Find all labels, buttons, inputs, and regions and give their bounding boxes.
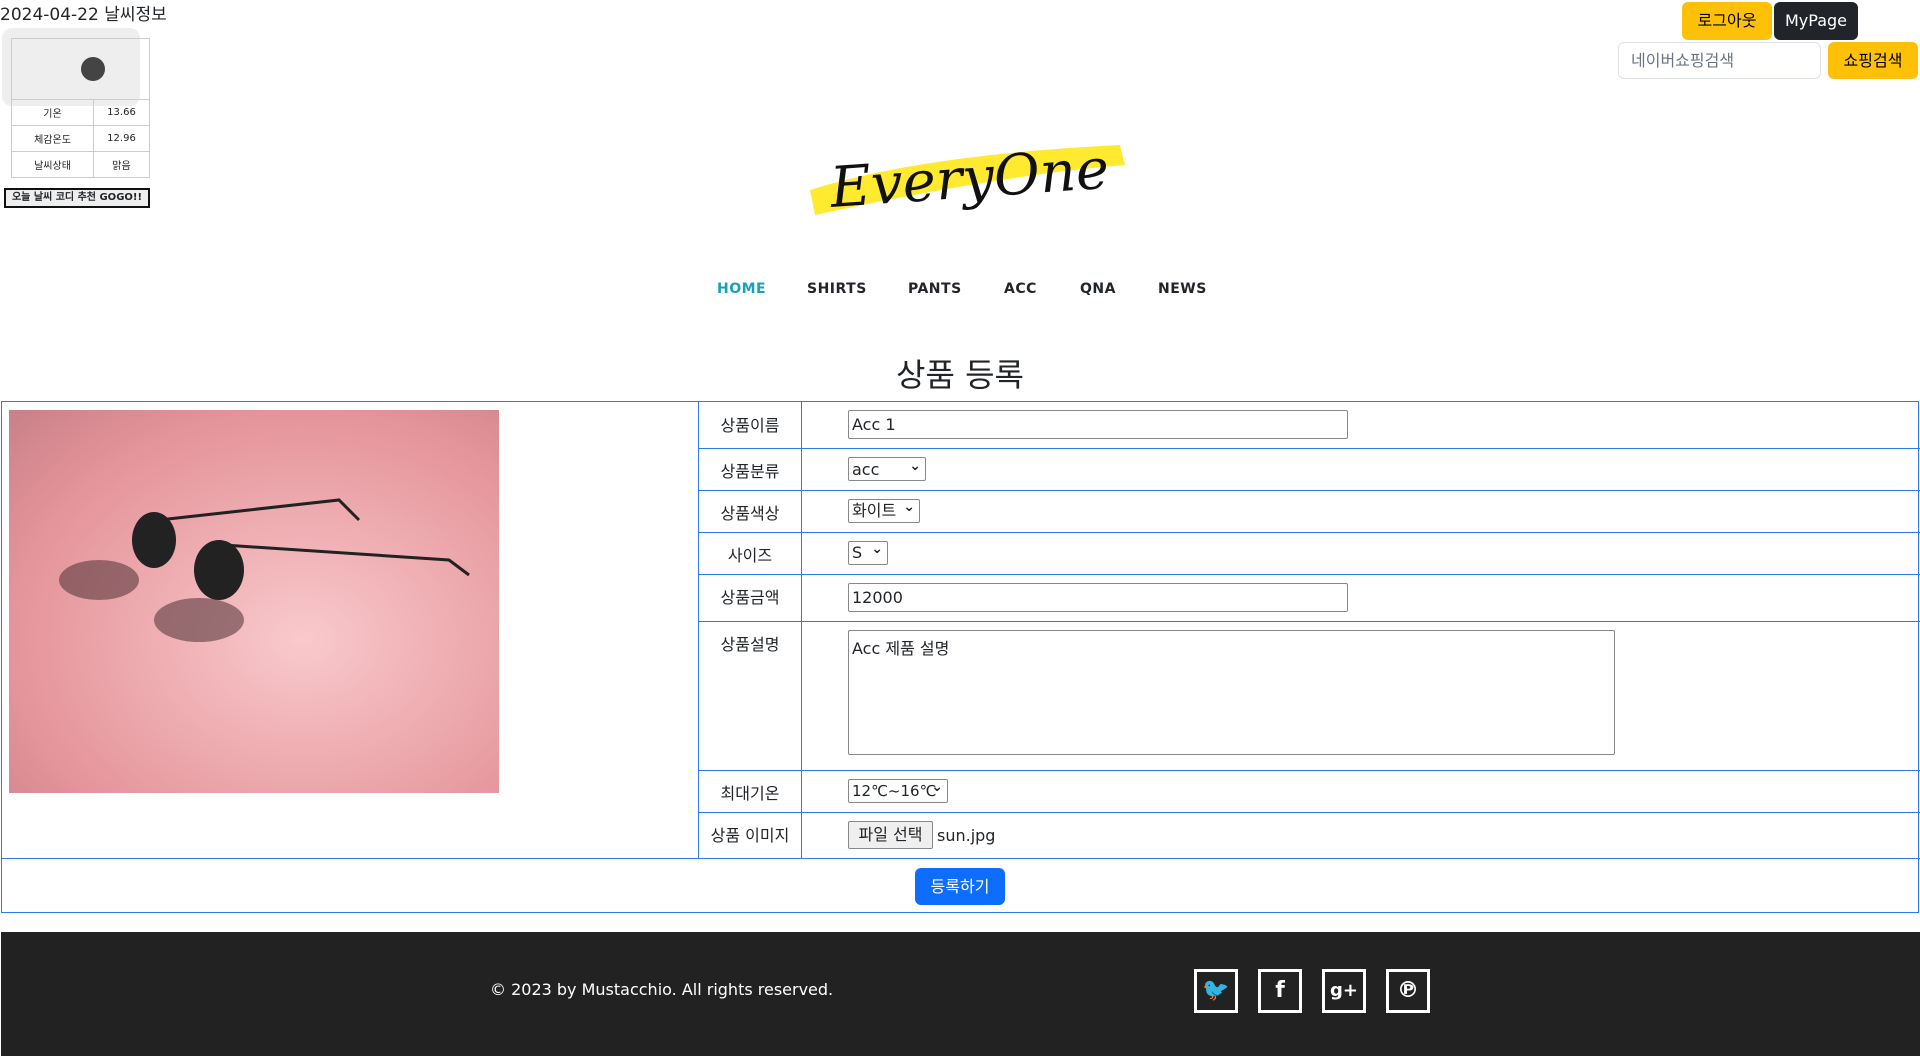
google-plus-icon[interactable]: g+ bbox=[1322, 969, 1366, 1013]
outfit-recommend-button[interactable]: 오늘 날씨 코디 추천 GOGO!! bbox=[4, 188, 150, 208]
register-button[interactable]: 등록하기 bbox=[915, 868, 1005, 905]
pinterest-icon[interactable]: ℗ bbox=[1386, 969, 1430, 1013]
size-select[interactable]: S bbox=[848, 538, 888, 565]
weather-label: 체감온도 bbox=[11, 125, 94, 152]
weather-title: 2024-04-22 날씨정보 bbox=[0, 5, 167, 25]
sunglasses-image bbox=[59, 498, 470, 642]
weather-sun-icon bbox=[80, 57, 105, 81]
nav-acc[interactable]: ACC bbox=[1004, 281, 1037, 297]
shopping-search-button[interactable]: 쇼핑검색 bbox=[1828, 42, 1918, 79]
everyone-logo[interactable]: EveryOne bbox=[800, 130, 1130, 220]
color-select[interactable]: 화이트 bbox=[848, 496, 920, 523]
logout-button[interactable]: 로그아웃 bbox=[1682, 2, 1772, 40]
weather-label: 기온 bbox=[11, 99, 94, 126]
nav-home[interactable]: HOME bbox=[717, 281, 766, 297]
page-title: 상품 등록 bbox=[896, 356, 1024, 394]
max-temp-select[interactable]: 12℃~16℃ bbox=[848, 776, 948, 803]
svg-text:EveryOne: EveryOne bbox=[827, 137, 1111, 220]
label-size: 사이즈 bbox=[727, 546, 773, 565]
label-color: 상품색상 bbox=[720, 504, 780, 523]
file-name: sun.jpg bbox=[937, 826, 996, 845]
label-name: 상품이름 bbox=[720, 416, 780, 435]
divider bbox=[698, 621, 1920, 622]
file-select-button[interactable]: 파일 선택 bbox=[848, 821, 933, 849]
divider bbox=[1, 858, 1920, 859]
nav-pants[interactable]: PANTS bbox=[908, 281, 962, 297]
weather-value: 12.96 bbox=[93, 125, 150, 152]
label-category: 상품분류 bbox=[720, 462, 780, 481]
nav-news[interactable]: NEWS bbox=[1158, 281, 1207, 297]
mypage-button[interactable]: MyPage bbox=[1774, 2, 1858, 40]
divider bbox=[698, 574, 1920, 575]
description-textarea[interactable]: Acc 제품 설명 bbox=[848, 630, 1615, 755]
label-description: 상품설명 bbox=[720, 635, 780, 654]
nav-qna[interactable]: QNA bbox=[1080, 281, 1116, 297]
label-price: 상품금액 bbox=[720, 588, 780, 607]
divider bbox=[698, 812, 1920, 813]
weather-value: 맑음 bbox=[93, 151, 150, 178]
shopping-search-input[interactable]: 네이버쇼핑검색 bbox=[1618, 42, 1821, 79]
divider bbox=[698, 770, 1920, 771]
weather-table: 기온 13.66 체감온도 12.96 날씨상태 맑음 bbox=[11, 38, 150, 178]
label-image: 상품 이미지 bbox=[710, 826, 790, 845]
divider bbox=[698, 448, 1920, 449]
divider bbox=[698, 532, 1920, 533]
weather-value: 13.66 bbox=[93, 99, 150, 126]
category-select[interactable]: acc bbox=[848, 454, 926, 481]
product-image-preview bbox=[9, 410, 499, 793]
footer bbox=[1, 932, 1920, 1056]
copyright-text: © 2023 by Mustacchio. All rights reserve… bbox=[490, 980, 834, 999]
twitter-icon[interactable]: 🐦 bbox=[1194, 969, 1238, 1013]
weather-label: 날씨상태 bbox=[11, 151, 94, 178]
facebook-icon[interactable]: f bbox=[1258, 969, 1302, 1013]
product-name-input[interactable]: Acc 1 bbox=[848, 410, 1348, 439]
nav-shirts[interactable]: SHIRTS bbox=[807, 281, 867, 297]
divider bbox=[698, 490, 1920, 491]
price-input[interactable]: 12000 bbox=[848, 583, 1348, 612]
label-max-temp: 최대기온 bbox=[720, 784, 780, 803]
